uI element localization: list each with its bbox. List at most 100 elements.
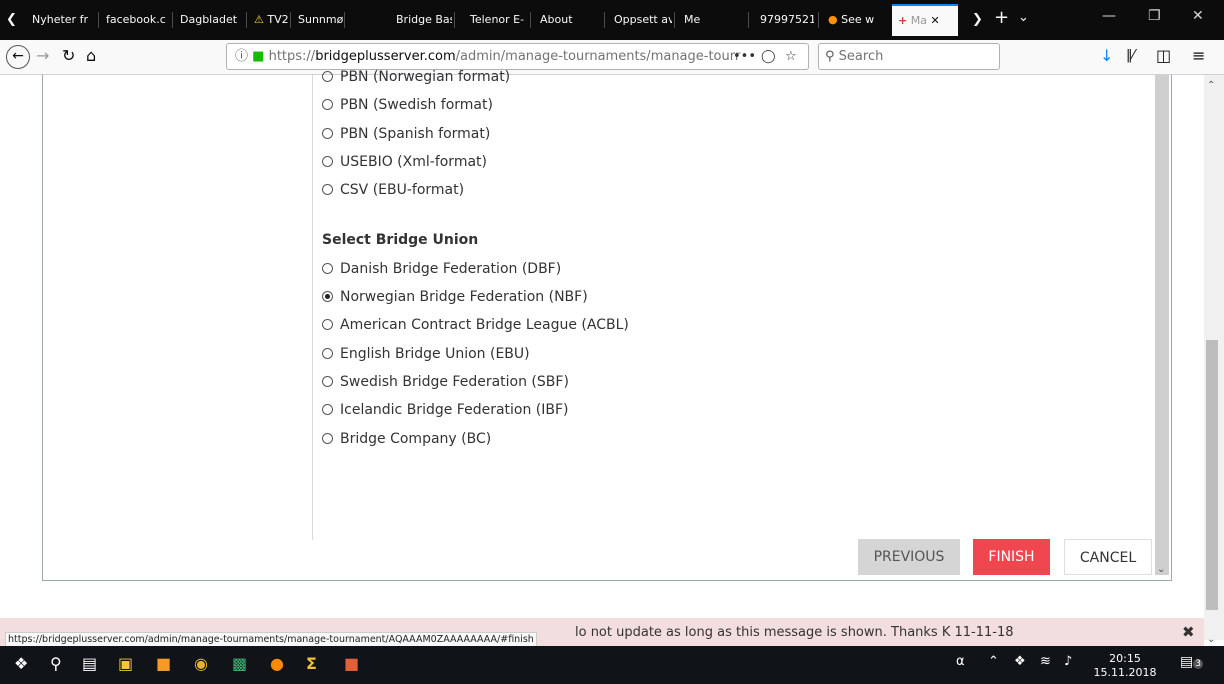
format-option-pbn-spanish[interactable]: PBN (Spanish format) [322,126,490,142]
url-domain: bridgeplusserver.com [315,49,456,64]
close-tab-icon[interactable]: ✕ [930,14,939,27]
tab-scroll-right-icon[interactable]: ❯ [972,10,983,30]
tab-label: Me [684,13,701,26]
column-divider [312,75,313,540]
bookmark-star-icon[interactable]: ☆ [785,44,797,69]
tab-me[interactable]: Me [678,6,738,34]
volume-icon[interactable]: ♪ [1064,654,1072,669]
tab-about[interactable]: About [534,6,594,34]
people-icon[interactable]: α [956,654,965,669]
clock[interactable]: 20:15 15.11.2018 [1090,652,1160,680]
windows-start-icon[interactable]: ❖ [14,654,28,673]
chrome-icon[interactable]: ◉ [194,654,208,673]
sidebar-icon[interactable]: ◫ [1156,46,1171,66]
tab-label: Dagbladet [180,13,238,26]
previous-button[interactable]: PREVIOUS [858,539,960,575]
tab-separator [530,12,531,28]
cancel-button[interactable]: CANCEL [1064,539,1152,575]
tab-scroll-left-icon[interactable]: ❮ [6,10,17,30]
warning-icon: ⚠ [254,13,264,26]
app-icon[interactable]: ▩ [232,654,247,673]
file-explorer-icon[interactable]: ▣ [118,654,133,673]
close-notice-icon[interactable]: ✖ [1182,622,1195,642]
inner-scrollbar[interactable] [1155,75,1169,575]
union-option-dbf[interactable]: Danish Bridge Federation (DBF) [322,261,561,277]
restore-icon[interactable]: ❐ [1148,8,1161,24]
radio-button[interactable] [322,433,333,444]
format-option-pbn-swedish[interactable]: PBN (Swedish format) [322,97,493,113]
union-option-nbf[interactable]: Norwegian Bridge Federation (NBF) [322,289,588,305]
radio-button[interactable] [322,71,333,82]
reload-icon[interactable]: ↻ [62,46,75,66]
task-view-icon[interactable]: ▤ [82,654,97,673]
app2-icon[interactable]: ■ [344,654,359,673]
option-label: CSV (EBU-format) [340,182,465,198]
option-label: Icelandic Bridge Federation (IBF) [340,402,569,418]
url-bar[interactable]: ⓘ ■ https://bridgeplusserver.com/admin/m… [226,43,809,70]
download-icon[interactable]: ↓ [1100,46,1113,66]
tab-telenor[interactable]: Telenor E- [464,6,528,34]
page-actions-icon[interactable]: ••• [733,44,756,69]
pocket-icon[interactable]: ◯ [761,44,776,69]
format-option-usebio[interactable]: USEBIO (Xml-format) [322,154,487,170]
firefox-taskbar-icon[interactable]: ● [270,654,284,673]
union-option-ebu[interactable]: English Bridge Union (EBU) [322,346,530,362]
tab-facebook[interactable]: facebook.c [100,6,170,34]
tab-label: 97997521 [760,13,814,26]
tab-label: See w [841,13,875,26]
info-icon[interactable]: ⓘ [235,49,248,64]
tab-sunnmors[interactable]: Sunnmørs [292,6,344,34]
radio-button[interactable] [322,263,333,274]
outlook-icon[interactable]: ■ [156,654,171,673]
back-icon[interactable]: ← [6,45,30,69]
tab-nyheter[interactable]: Nyheter fr [26,6,96,34]
show-hidden-icons-icon[interactable]: ⌃ [988,654,999,669]
union-option-sbf[interactable]: Swedish Bridge Federation (SBF) [322,374,569,390]
format-option-csv[interactable]: CSV (EBU-format) [322,182,464,198]
tab-tv2[interactable]: ⚠ TV2.nc [248,6,288,34]
notification-center-icon[interactable]: ▤ 3 [1180,654,1203,670]
menu-icon[interactable]: ≡ [1192,46,1205,66]
home-icon[interactable]: ⌂ [86,46,96,66]
tab-separator [172,12,173,28]
radio-button[interactable] [322,319,333,330]
format-option-pbn-norwegian[interactable]: PBN (Norwegian format) [322,69,510,85]
union-option-bc[interactable]: Bridge Company (BC) [322,431,491,447]
chevron-down-icon[interactable]: ⌄ [1018,8,1029,28]
radio-button[interactable] [322,128,333,139]
wifi-icon[interactable]: ≋ [1040,654,1051,669]
tab-oppsett[interactable]: Oppsett av [608,6,672,34]
tab-separator [246,12,247,28]
close-window-icon[interactable]: ✕ [1192,8,1204,24]
page-scrollbar-thumb[interactable] [1206,340,1218,610]
sigma-app-icon[interactable]: Σ [306,654,317,673]
tab-see[interactable]: ● See w [822,6,882,34]
radio-button[interactable] [322,376,333,387]
radio-button[interactable] [322,404,333,415]
library-icon[interactable]: ‖⁄ [1126,46,1135,66]
radio-button[interactable] [322,156,333,167]
new-tab-icon[interactable]: + [994,8,1009,28]
radio-button-selected[interactable] [322,291,333,302]
radio-button[interactable] [322,99,333,110]
tab-label: Oppsett av [614,13,672,26]
finish-button[interactable]: FINISH [973,539,1050,575]
radio-button[interactable] [322,184,333,195]
search-input[interactable]: ⚲ Search [818,43,1000,70]
radio-button[interactable] [322,348,333,359]
forward-icon[interactable]: → [36,46,49,66]
tab-active[interactable]: + Ma ✕ [892,4,958,36]
tab-separator [344,12,345,28]
dropbox-icon[interactable]: ❖ [1014,654,1026,669]
tab-97997521[interactable]: 97997521 [754,6,814,34]
minimize-icon[interactable]: — [1102,8,1116,24]
search-icon[interactable]: ⚲ [50,654,62,673]
page-scroll-up-icon[interactable]: ⌃ [1207,76,1215,96]
clock-time: 20:15 [1109,652,1141,665]
inner-scroll-down-icon[interactable]: ⌄ [1157,560,1165,580]
tab-bridge-base[interactable]: Bridge Bas [390,6,452,34]
tab-dagbladet[interactable]: Dagbladet [174,6,244,34]
union-option-ibf[interactable]: Icelandic Bridge Federation (IBF) [322,402,569,418]
option-label: USEBIO (Xml-format) [340,154,487,170]
union-option-acbl[interactable]: American Contract Bridge League (ACBL) [322,317,629,333]
